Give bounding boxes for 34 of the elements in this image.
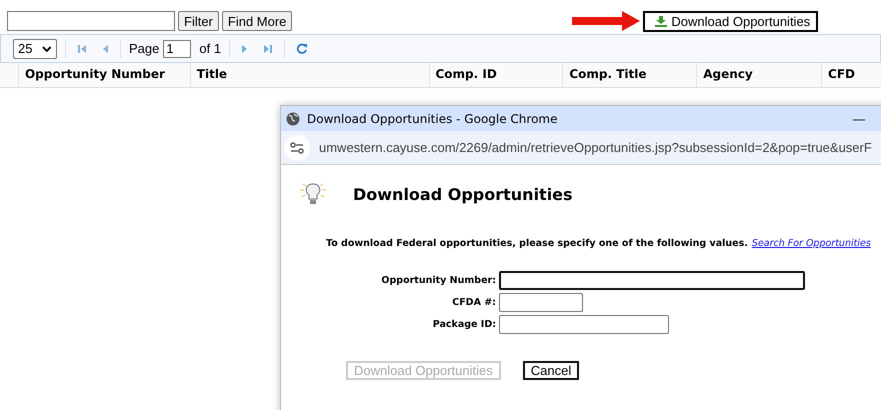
filter-field[interactable] [7,11,175,31]
page-label: Page [129,41,160,56]
input-field[interactable] [499,315,669,334]
window-title: Download Opportunities - Google Chrome [307,112,558,126]
field-label: Package ID: [432,319,496,330]
download-button[interactable]: Download Opportunities [643,10,818,32]
minimize-button[interactable]: — [853,112,865,126]
cancel-button[interactable]: Cancel [522,361,580,380]
page-field[interactable]: 1 [163,40,192,58]
download-icon [655,16,668,26]
page-size-select[interactable]: 25 [13,38,57,58]
light-bulb-icon [298,182,328,206]
field-label: CFDA #: [451,297,496,308]
last-page-icon[interactable] [263,44,274,54]
column-header[interactable]: Title [190,63,428,87]
instruction-text: To download Federal opportunities, please specify one of the following values. [326,238,748,249]
dialog-heading: Download Opportunities [353,184,573,204]
column-header[interactable]: Opportunity Number [18,63,190,87]
refresh-icon[interactable] [296,42,308,54]
input-field[interactable] [499,271,805,290]
next-page-icon[interactable] [241,44,250,54]
find-more-button[interactable]: Find More [222,11,292,31]
column-header[interactable]: Comp. Title [562,63,696,87]
site-settings-icon[interactable] [284,134,310,160]
column-header[interactable]: CFD [821,63,881,87]
field-label: Opportunity Number: [380,275,496,286]
filter-button[interactable]: Filter [178,11,219,31]
column-header[interactable]: Comp. ID [428,63,562,87]
arrow-icon [572,11,640,31]
chevron-icon [42,46,52,52]
input-field[interactable] [499,293,583,312]
column-header[interactable]: Agency [696,63,822,87]
search-link[interactable]: Search For Opportunities [752,238,871,249]
page-count: of 1 [199,41,222,56]
